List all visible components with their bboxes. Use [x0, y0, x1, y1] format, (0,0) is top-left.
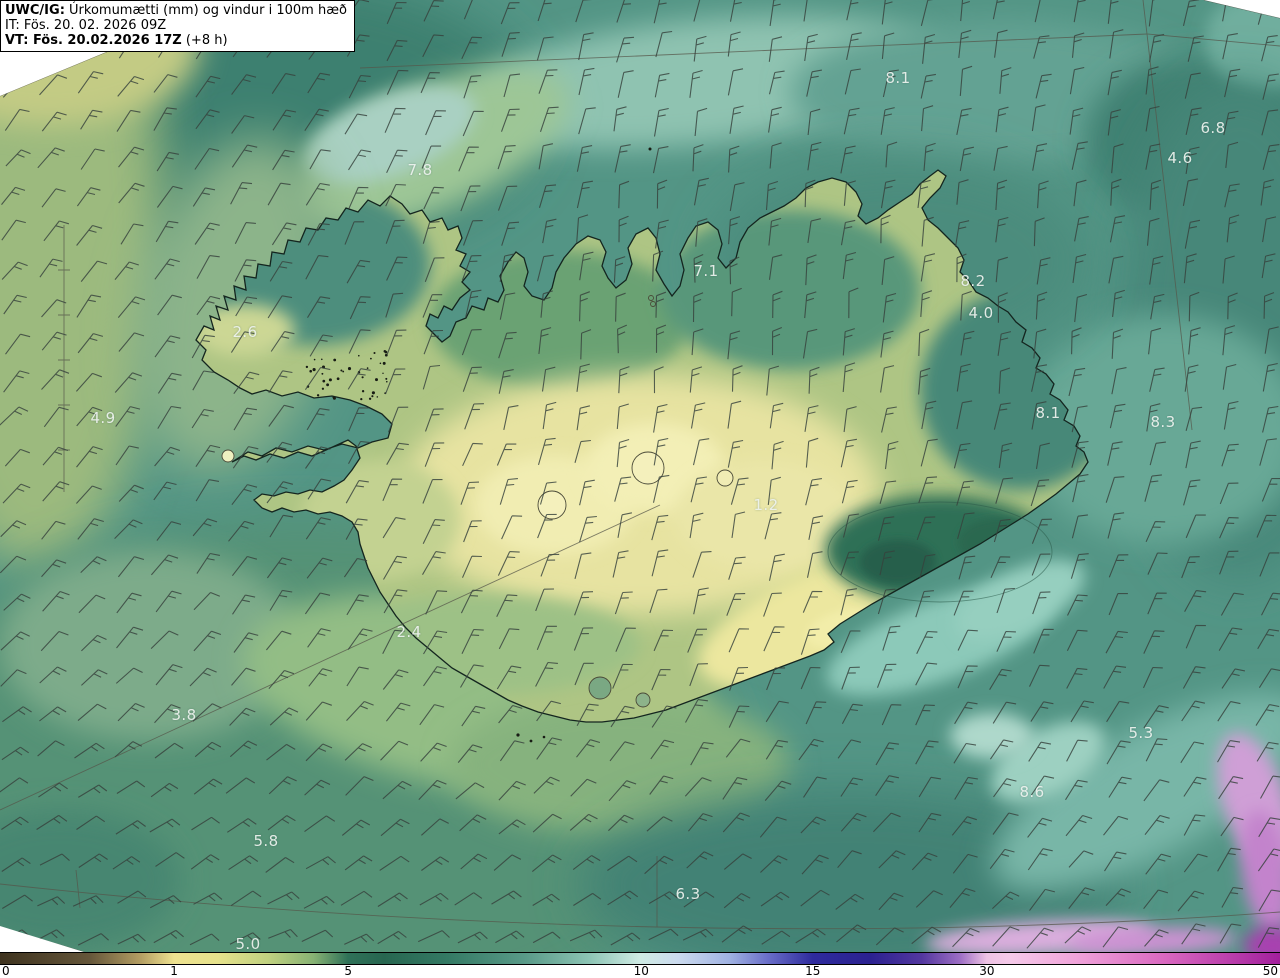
islet-dot — [342, 370, 345, 373]
islet-dot — [309, 369, 312, 373]
colorbar-tick-label: 50 — [1262, 964, 1278, 978]
init-time-line: IT: Fös. 20. 02. 2026 09Z — [5, 18, 167, 33]
islet-dot — [316, 394, 320, 397]
islet-dot — [332, 396, 335, 399]
islet-dot — [385, 377, 388, 380]
islet-dot — [321, 372, 324, 375]
islet-dot — [373, 351, 376, 355]
islet-dot — [305, 365, 309, 369]
islet-dot — [370, 357, 372, 360]
islet-dot — [386, 380, 388, 383]
colorbar-tick-label: 1 — [170, 964, 178, 978]
islet-dot — [368, 397, 372, 400]
colorbar-tick-label: 10 — [633, 964, 649, 978]
islet-dot — [328, 378, 332, 382]
islet-dot — [516, 733, 520, 737]
islet-dot — [648, 147, 652, 151]
islet-dot — [371, 391, 375, 395]
islet-dot — [529, 739, 533, 743]
islet-dot — [382, 372, 384, 375]
islet-dot — [347, 367, 352, 371]
islet-dot — [321, 387, 325, 390]
islet-dot — [371, 395, 374, 398]
colorbar-tick-labels: 0 1 5 10 15 30 50 — [0, 965, 1280, 978]
islet-dot — [379, 362, 382, 365]
islet-dot — [384, 350, 388, 354]
islet-dot — [376, 396, 379, 398]
islet-dot — [542, 735, 546, 739]
islet-dot — [312, 368, 316, 372]
islet-dot — [361, 376, 364, 379]
islet-dot — [336, 377, 340, 381]
islet-dot — [358, 354, 360, 357]
valid-offset: (+8 h) — [181, 33, 228, 48]
valid-time-line: VT: Fös. 20.02.2026 17Z (+8 h) — [5, 33, 347, 48]
islet-dot — [375, 378, 378, 382]
colorbar-tick-label: 15 — [805, 964, 821, 978]
islet-dot — [313, 358, 316, 361]
title-box: UWC/IG: Úrkomumætti (mm) og vindur i 100… — [0, 0, 355, 52]
islet-dot — [322, 379, 326, 383]
valid-time: VT: Fös. 20.02.2026 17Z — [5, 33, 182, 48]
islet-dot — [360, 397, 363, 401]
islet-dot — [361, 390, 365, 393]
colorbar-tick-label: 30 — [979, 964, 995, 978]
islet-dot — [333, 358, 337, 362]
model-subtitle: Úrkomumætti (mm) og vindur i 100m hæð — [64, 3, 347, 18]
model-title-line: UWC/IG: Úrkomumætti (mm) og vindur i 100… — [5, 3, 347, 18]
colorbar-tick-label: 5 — [344, 964, 352, 978]
islet-dot — [366, 367, 369, 369]
colorbar: 0 1 5 10 15 30 50 — [0, 952, 1280, 978]
islet-dot — [321, 358, 323, 361]
map-canvas — [0, 0, 1280, 952]
islet-dot — [382, 361, 386, 365]
model-name: UWC/IG: — [5, 3, 65, 18]
islet-dot — [326, 383, 330, 387]
weather-map-screen: 8.1 6.8 4.6 7.8 7.1 8.2 4.0 2.6 4.9 8.1 8.3 1.2 2.4 3… — [0, 0, 1280, 978]
islet-dot — [340, 369, 343, 372]
colorbar-tick-label: 0 — [2, 964, 10, 978]
